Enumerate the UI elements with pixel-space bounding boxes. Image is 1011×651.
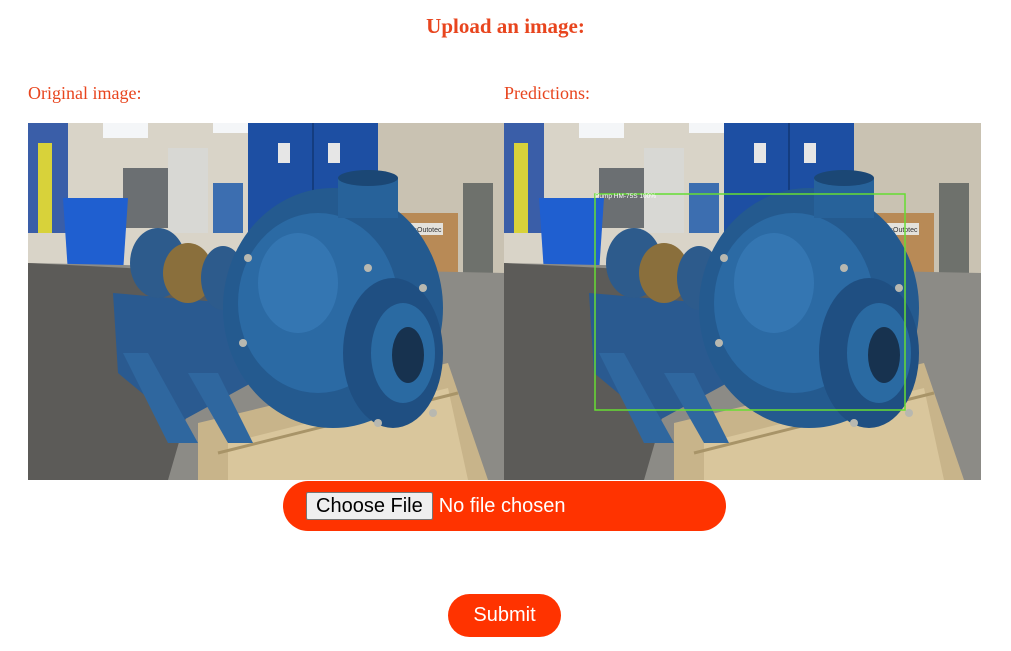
- file-status-text: No file chosen: [438, 494, 566, 517]
- predictions-image-graphic: Metso:Outotec Pump HM-75S 100%: [504, 123, 981, 480]
- predictions-label: Predictions:: [504, 83, 590, 103]
- original-image: Metso:Outotec: [28, 123, 505, 480]
- original-image-graphic: Metso:Outotec: [28, 123, 505, 480]
- workshop-scene-copy: Metso:Outotec: [504, 123, 981, 480]
- choose-file-button[interactable]: Choose File: [306, 492, 433, 520]
- file-upload-bar: Choose File No file chosen: [283, 481, 726, 531]
- workshop-scene: Metso:Outotec: [28, 123, 505, 480]
- page-title: Upload an image:: [426, 14, 585, 38]
- detection-label: Pump HM-75S 100%: [595, 193, 656, 200]
- submit-button[interactable]: Submit: [448, 594, 561, 637]
- original-image-label: Original image:: [28, 83, 142, 103]
- predictions-image: Metso:Outotec Pump HM-75S 100%: [504, 123, 981, 480]
- upload-page: Upload an image: Original image: Predict…: [0, 0, 1011, 651]
